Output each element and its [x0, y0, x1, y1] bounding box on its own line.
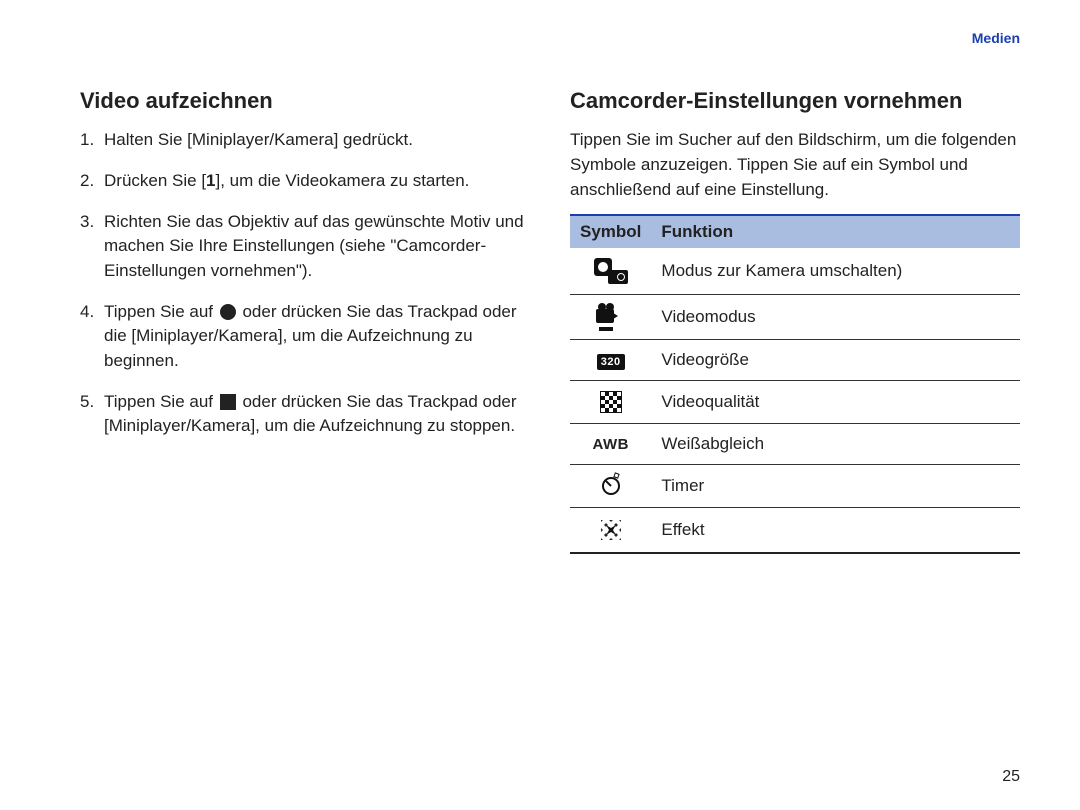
step-2: Drücken Sie [1], um die Videokamera zu s… [80, 169, 530, 194]
step-5-text-a: Tippen Sie auf [104, 392, 218, 411]
step-4: Tippen Sie auf oder drücken Sie das Trac… [80, 300, 530, 374]
steps-list: Halten Sie [Miniplayer/Kamera] gedrückt.… [80, 128, 530, 438]
row-label: Videomodus [651, 295, 1020, 340]
symbol-function-table: Symbol Funktion Modus zur Kamera umschal… [570, 214, 1020, 554]
left-heading: Video aufzeichnen [80, 88, 530, 114]
row-label: Modus zur Kamera umschalten) [651, 248, 1020, 295]
video-mode-icon [570, 295, 651, 340]
table-row: 320 Videogröße [570, 340, 1020, 381]
section-header-label: Medien [972, 30, 1020, 46]
th-symbol: Symbol [570, 215, 651, 248]
page-number: 25 [1002, 768, 1020, 786]
table-row: Videomodus [570, 295, 1020, 340]
step-5: Tippen Sie auf oder drücken Sie das Trac… [80, 390, 530, 439]
left-column: Video aufzeichnen Halten Sie [Miniplayer… [80, 88, 530, 554]
timer-icon [570, 465, 651, 508]
table-row: Videoqualität [570, 381, 1020, 424]
table-row: Effekt [570, 508, 1020, 554]
step-4-text-a: Tippen Sie auf [104, 302, 218, 321]
content-columns: Video aufzeichnen Halten Sie [Miniplayer… [80, 88, 1020, 554]
row-label: Videoqualität [651, 381, 1020, 424]
row-label: Timer [651, 465, 1020, 508]
table-row: Modus zur Kamera umschalten) [570, 248, 1020, 295]
right-column: Camcorder-Einstellungen vornehmen Tippen… [570, 88, 1020, 554]
table-row: Timer [570, 465, 1020, 508]
video-size-icon: 320 [570, 340, 651, 381]
effect-icon [570, 508, 651, 554]
record-icon [220, 304, 236, 320]
table-row: AWB Weißabgleich [570, 424, 1020, 465]
th-function: Funktion [651, 215, 1020, 248]
step-3: Richten Sie das Objektiv auf das gewünsc… [80, 210, 530, 284]
row-label: Weißabgleich [651, 424, 1020, 465]
right-heading: Camcorder-Einstellungen vornehmen [570, 88, 1020, 114]
step-1: Halten Sie [Miniplayer/Kamera] gedrückt. [80, 128, 530, 153]
row-label: Effekt [651, 508, 1020, 554]
step-2-text: Drücken Sie [1], um die Videokamera zu s… [104, 171, 469, 190]
stop-icon [220, 394, 236, 410]
white-balance-icon: AWB [570, 424, 651, 465]
right-intro: Tippen Sie im Sucher auf den Bildschirm,… [570, 128, 1020, 202]
row-label: Videogröße [651, 340, 1020, 381]
video-quality-icon [570, 381, 651, 424]
mode-switch-icon [570, 248, 651, 295]
